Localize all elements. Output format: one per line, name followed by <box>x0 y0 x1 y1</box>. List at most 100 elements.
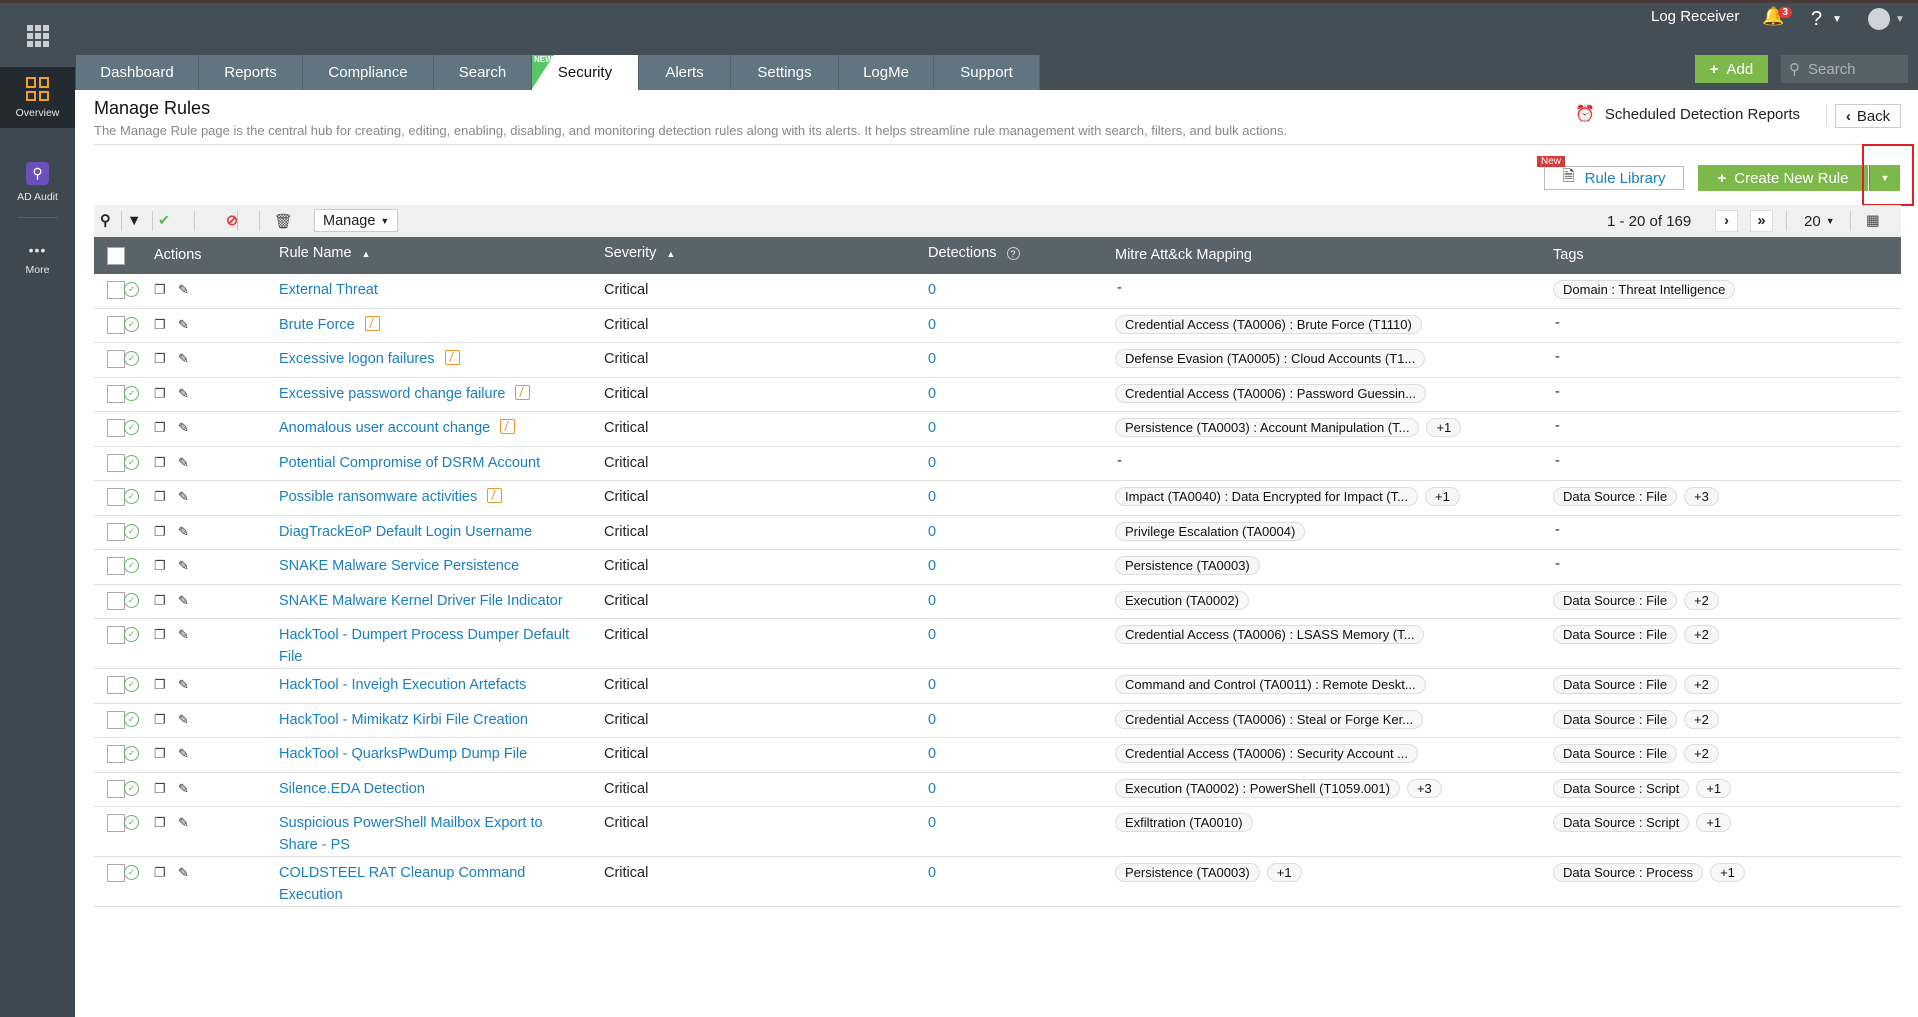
rule-name-link[interactable]: Anomalous user account change <box>279 420 490 436</box>
copy-icon[interactable]: ❐ <box>154 746 166 762</box>
create-new-rule-button[interactable]: + Create New Rule <box>1698 165 1868 191</box>
tab-reports[interactable]: Reports <box>199 55 303 90</box>
edit-pencil-icon[interactable]: ✎ <box>178 627 189 643</box>
edit-pencil-icon[interactable]: ✎ <box>178 815 189 831</box>
enabled-status-icon[interactable]: ✓ <box>124 558 139 573</box>
mitre-chip[interactable]: Credential Access (TA0006) : Steal or Fo… <box>1115 709 1424 729</box>
edit-pencil-icon[interactable]: ✎ <box>178 386 189 402</box>
edit-pencil-icon[interactable]: ✎ <box>178 712 189 728</box>
enabled-status-icon[interactable]: ✓ <box>124 316 139 332</box>
rule-name-link[interactable]: Excessive password change failure <box>279 386 505 402</box>
row-checkbox[interactable] <box>107 745 125 763</box>
tags-more-chip[interactable]: +1 <box>1696 813 1732 832</box>
tags-more-chip[interactable]: +2 <box>1684 709 1719 729</box>
row-checkbox[interactable] <box>107 779 125 798</box>
enabled-status-icon[interactable]: ✓ <box>124 865 139 880</box>
mitre-chip[interactable]: Persistence (TA0003) <box>1115 863 1260 882</box>
mitre-chip[interactable]: Credential Access (TA0006) : Brute Force… <box>1115 314 1422 334</box>
tab-dashboard[interactable]: Dashboard <box>76 55 199 90</box>
rule-name-link[interactable]: DiagTrackEoP Default Login Username <box>279 524 532 540</box>
enabled-status-icon[interactable]: ✓ <box>124 815 139 830</box>
edit-pencil-icon[interactable]: ✎ <box>178 282 189 298</box>
copy-icon[interactable]: ❐ <box>154 489 166 505</box>
row-checkbox[interactable] <box>107 710 125 729</box>
manage-dropdown[interactable]: Manage ▼ <box>314 209 399 232</box>
next-page-button[interactable]: › <box>1715 210 1738 232</box>
rule-name-link[interactable]: HackTool - Inveigh Execution Artefacts <box>279 677 526 693</box>
copy-icon[interactable]: ❐ <box>154 351 166 367</box>
tag-chip[interactable]: Data Source : File <box>1553 590 1678 610</box>
tag-chip[interactable]: Data Source : File <box>1553 744 1678 763</box>
tags-more-chip[interactable]: +3 <box>1684 487 1719 506</box>
advanced-search-icon[interactable]: ⚲ <box>100 211 111 231</box>
tab-settings[interactable]: Settings <box>731 55 839 90</box>
copy-icon[interactable]: ❐ <box>154 627 166 643</box>
edit-pencil-icon[interactable]: ✎ <box>178 677 189 693</box>
copy-icon[interactable]: ❐ <box>154 593 166 609</box>
help-menu[interactable]: ? ▼ <box>1811 8 1842 31</box>
edit-pencil-icon[interactable]: ✎ <box>178 558 189 574</box>
rule-name-link[interactable]: HackTool - QuarksPwDump Dump File <box>279 746 527 762</box>
mitre-chip[interactable]: Exfiltration (TA0010) <box>1115 813 1253 832</box>
tab-security[interactable]: NEW Security <box>532 55 639 90</box>
copy-icon[interactable]: ❐ <box>154 781 166 797</box>
mitre-chip[interactable]: Persistence (TA0003) <box>1115 556 1260 575</box>
rule-name-link[interactable]: Excessive logon failures <box>279 351 435 367</box>
row-checkbox[interactable] <box>107 315 125 334</box>
mitre-chip[interactable]: Credential Access (TA0006) : Password Gu… <box>1115 383 1426 403</box>
detections-count[interactable]: 0 <box>928 386 936 402</box>
enabled-status-icon[interactable]: ✓ <box>124 420 139 435</box>
copy-icon[interactable]: ❐ <box>154 712 166 728</box>
tag-chip[interactable]: Data Source : Script <box>1553 813 1690 832</box>
tab-alerts[interactable]: Alerts <box>639 55 731 90</box>
rule-name-link[interactable]: COLDSTEEL RAT Cleanup Command Execution <box>279 865 525 903</box>
filter-icon[interactable]: ▼ <box>127 211 141 231</box>
tags-more-chip[interactable]: +1 <box>1710 863 1745 882</box>
sidebar-item-ad-audit[interactable]: ⚲ AD Audit <box>0 162 75 203</box>
tags-more-chip[interactable]: +1 <box>1696 778 1732 798</box>
delete-icon[interactable]: 🗑 <box>274 211 292 231</box>
row-checkbox[interactable] <box>107 384 125 403</box>
rule-name-link[interactable]: Possible ransomware activities <box>279 489 477 505</box>
mitre-more-chip[interactable]: +1 <box>1424 487 1460 506</box>
enabled-status-icon[interactable]: ✓ <box>124 489 139 504</box>
detections-count[interactable]: 0 <box>928 351 936 367</box>
mitre-chip[interactable]: Impact (TA0040) : Data Encrypted for Imp… <box>1115 487 1418 506</box>
tag-chip[interactable]: Data Source : File <box>1553 675 1678 694</box>
tab-compliance[interactable]: Compliance <box>303 55 434 90</box>
row-checkbox[interactable] <box>107 419 125 437</box>
row-checkbox[interactable] <box>107 350 125 368</box>
rule-name-link[interactable]: Potential Compromise of DSRM Account <box>279 455 540 471</box>
tab-search[interactable]: Search <box>434 55 532 90</box>
mitre-chip[interactable]: Command and Control (TA0011) : Remote De… <box>1115 675 1426 694</box>
log-receiver-link[interactable]: Log Receiver <box>1651 8 1739 25</box>
edit-pencil-icon[interactable]: ✎ <box>178 351 189 367</box>
enabled-status-icon[interactable]: ✓ <box>124 454 139 470</box>
detections-count[interactable]: 0 <box>928 677 936 693</box>
rule-name-link[interactable]: SNAKE Malware Service Persistence <box>279 558 519 574</box>
copy-icon[interactable]: ❐ <box>154 282 166 298</box>
scheduled-detection-reports-link[interactable]: ⏰ Scheduled Detection Reports <box>1575 104 1800 124</box>
edit-pencil-icon[interactable]: ✎ <box>178 865 189 881</box>
tag-chip[interactable]: Data Source : File <box>1553 487 1678 506</box>
app-launcher-icon[interactable] <box>27 25 49 47</box>
detections-count[interactable]: 0 <box>928 815 936 831</box>
detections-count[interactable]: 0 <box>928 317 936 333</box>
select-all-checkbox[interactable] <box>107 247 125 265</box>
tags-more-chip[interactable]: +2 <box>1684 744 1719 763</box>
copy-icon[interactable]: ❐ <box>154 524 166 540</box>
detections-count[interactable]: 0 <box>928 282 936 298</box>
copy-icon[interactable]: ❐ <box>154 677 166 693</box>
enabled-status-icon[interactable]: ✓ <box>124 385 139 401</box>
mitre-more-chip[interactable]: +3 <box>1406 778 1442 798</box>
rule-name-link[interactable]: Brute Force <box>279 317 355 333</box>
copy-icon[interactable]: ❐ <box>154 558 166 574</box>
last-page-button[interactable]: » <box>1750 210 1773 232</box>
copy-icon[interactable]: ❐ <box>154 455 166 471</box>
enabled-status-icon[interactable]: ✓ <box>124 746 139 761</box>
user-menu[interactable]: ▼ <box>1868 8 1905 30</box>
mitre-chip[interactable]: Privilege Escalation (TA0004) <box>1115 521 1306 541</box>
back-button[interactable]: ‹ Back <box>1835 104 1901 128</box>
enabled-status-icon[interactable]: ✓ <box>124 711 139 727</box>
row-checkbox[interactable] <box>107 281 125 299</box>
